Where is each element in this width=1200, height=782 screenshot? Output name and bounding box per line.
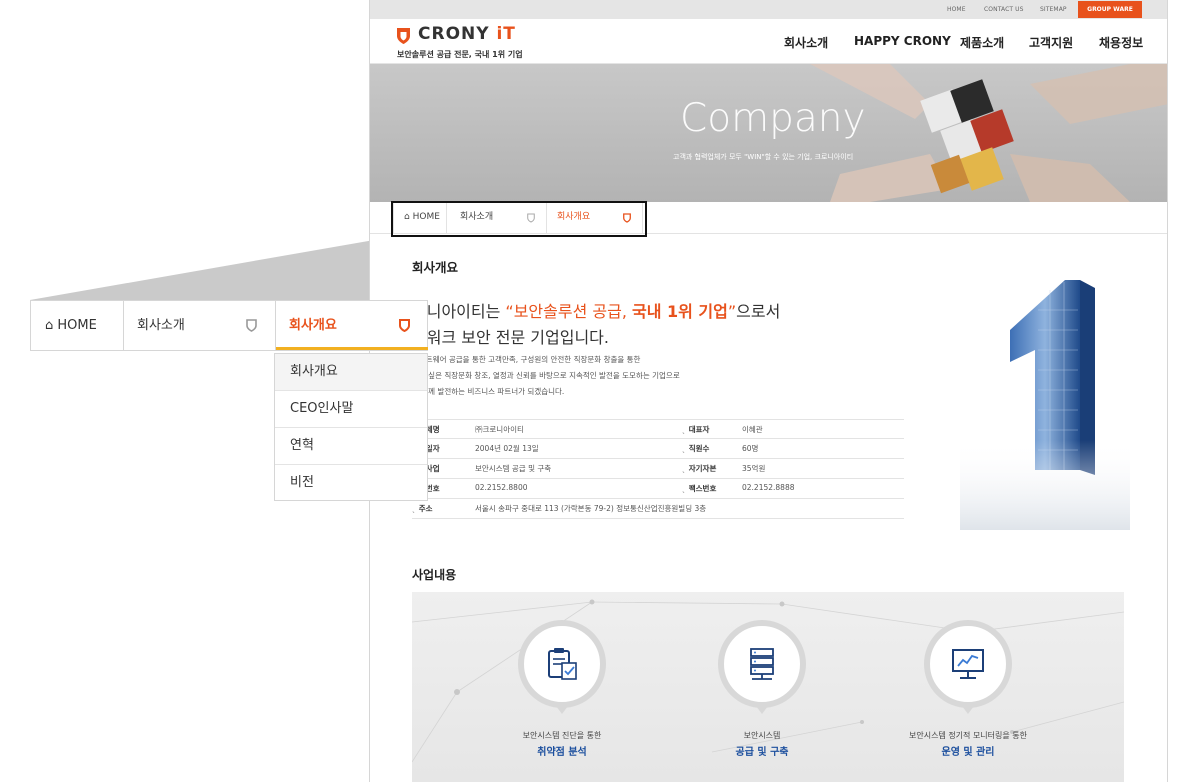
business-panel: 보안시스템 진단을 통한 취약점 분석 보안시스템 공급 및 구축 보안시스템 … (412, 592, 1124, 782)
table-row: 전화번호 02.2152.8800 ˎ팩스번호 02.2152.8888 (412, 479, 904, 499)
zoomed-breadcrumb: ⌂ HOME 회사소개 회사개요 (30, 300, 428, 351)
business-item-monitoring[interactable]: 보안시스템 정기적 모니터링을 통한 운영 및 관리 (886, 620, 1046, 780)
zoomed-breadcrumb-level2[interactable]: 회사개요 (276, 301, 428, 350)
group-ware-button[interactable]: GROUP WARE (1078, 1, 1142, 18)
gnb-products[interactable]: 제품소개 (960, 34, 1004, 51)
clipboard-check-icon (548, 648, 577, 680)
zoomed-breadcrumb-home[interactable]: ⌂ HOME (31, 301, 124, 350)
breadcrumb-highlight-box (391, 201, 647, 237)
table-row: 주요사업 보안시스템 공급 및 구축 ˎ자기자본 35억원 (412, 459, 904, 479)
table-row: 설립일자 2004년 02월 13일 ˎ직원수 60명 (412, 439, 904, 459)
description-line: 하고 싶은 직장문화 창조, 열정과 신뢰를 바탕으로 지속적인 발전을 도모하… (412, 371, 680, 380)
hero-subtitle: 고객과 협력업체가 모두 "WIN"할 수 있는 기업, 크로니아이티 (673, 153, 854, 161)
business-item-analysis[interactable]: 보안시스템 진단을 통한 취약점 분석 (480, 620, 640, 780)
description-line: 소프트웨어 공급을 통한 고객만족, 구성원의 안전한 직장문화 창출을 통한 (412, 355, 641, 364)
utility-bar: HOME CONTACT US SITEMAP GROUP WARE (370, 0, 1167, 19)
business-section-title: 사업내용 (412, 568, 457, 582)
website-frame: HOME CONTACT US SITEMAP GROUP WARE CRONY… (369, 0, 1168, 782)
gnb-recruit[interactable]: 채용정보 (1099, 34, 1143, 51)
headline: 로니아이티는 “보안솔루션 공급, 국내 1위 기업”으로서 (412, 302, 781, 321)
table-row: ˎ 주소 서울시 송파구 중대로 113 (가락본동 79-2) 정보통신산업진흥… (412, 499, 904, 519)
dropdown-item-ceo[interactable]: CEO인사말 (275, 391, 427, 428)
dropdown-item-overview[interactable]: 회사개요 (275, 354, 427, 391)
logo-shield-icon[interactable] (396, 27, 411, 45)
hero-title: Company (680, 96, 866, 141)
table-row: 기업체명 ㈜크로니아이티 ˎ대표자 이혜관 (412, 419, 904, 439)
zoomed-breadcrumb-level1[interactable]: 회사소개 (124, 301, 276, 350)
company-info-table: 기업체명 ㈜크로니아이티 ˎ대표자 이혜관 설립일자 2004년 02월 13일… (412, 419, 904, 519)
site-header: CRONY iT 보안솔루션 공급 전문, 국내 1위 기업 회사소개 HAPP… (370, 19, 1167, 64)
hero-banner: Company 고객과 협력업체가 모두 "WIN"할 수 있는 기업, 크로니… (370, 64, 1167, 202)
page-title: 회사개요 (412, 260, 459, 275)
dropdown-item-vision[interactable]: 비전 (275, 465, 427, 502)
business-item-supply[interactable]: 보안시스템 공급 및 구축 (680, 620, 840, 780)
util-contact-link[interactable]: CONTACT US (984, 6, 1024, 13)
shield-icon (399, 319, 410, 332)
breadcrumb-dropdown: 회사개요 CEO인사말 연혁 비전 (274, 353, 428, 501)
number-one-building-image (960, 280, 1130, 530)
description-line: 과 함께 발전하는 비즈니스 파트너가 되겠습니다. (412, 387, 565, 396)
logo-name: CRONY (418, 24, 497, 44)
logo-name-it: iT (496, 24, 516, 44)
gnb-support[interactable]: 고객지원 (1029, 34, 1073, 51)
logo-tagline: 보안솔루션 공급 전문, 국내 1위 기업 (397, 50, 523, 59)
home-icon: ⌂ (45, 318, 54, 333)
headline-line2: 트워크 보안 전문 기업입니다. (412, 328, 609, 347)
shield-icon (246, 319, 257, 332)
gnb-happy-crony[interactable]: HAPPY CRONY (854, 34, 951, 48)
logo[interactable]: CRONY iT (418, 24, 516, 44)
monitor-chart-icon (952, 649, 984, 679)
util-sitemap-link[interactable]: SITEMAP (1040, 6, 1067, 13)
gnb-company[interactable]: 회사소개 (784, 34, 828, 51)
server-icon (750, 648, 774, 680)
dropdown-item-history[interactable]: 연혁 (275, 428, 427, 465)
util-home-link[interactable]: HOME (947, 6, 966, 13)
